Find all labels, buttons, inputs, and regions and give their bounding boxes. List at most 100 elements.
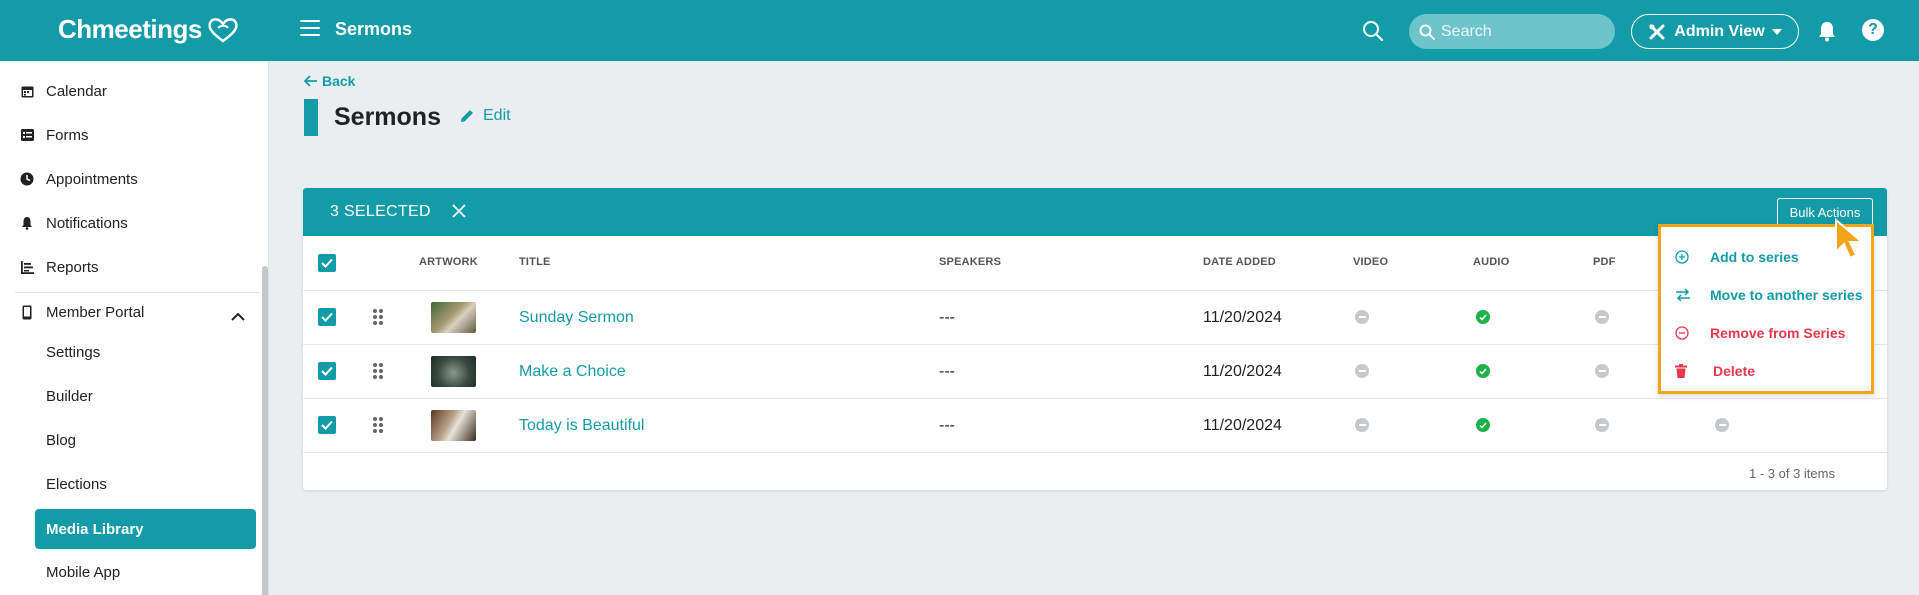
admin-view-button[interactable]: Admin View xyxy=(1631,14,1799,49)
sidebar-item-forms[interactable]: Forms xyxy=(0,117,262,153)
help-icon[interactable]: ? xyxy=(1862,19,1884,41)
logo-heart-icon xyxy=(208,17,238,42)
sidebar-item-label: Builder xyxy=(46,387,93,405)
sidebar-item-label: Appointments xyxy=(46,170,138,188)
row-divider xyxy=(303,290,1887,291)
row-checkbox[interactable] xyxy=(318,308,336,326)
search-icon[interactable] xyxy=(1362,20,1384,42)
row-divider xyxy=(303,452,1887,453)
sidebar-item-media-library[interactable]: Media Library xyxy=(35,509,256,549)
sidebar-scrollbar[interactable] xyxy=(262,266,268,595)
sidebar-item-label: Settings xyxy=(46,343,101,361)
column-header-speakers[interactable]: SPEAKERS xyxy=(939,256,1001,268)
forms-icon xyxy=(20,128,34,142)
sermon-title-link[interactable]: Today is Beautiful xyxy=(519,417,644,435)
selected-count: 3 SELECTED xyxy=(330,203,431,220)
bell-icon[interactable] xyxy=(1817,20,1837,42)
swap-arrows-icon xyxy=(1676,288,1690,302)
top-bar: Chmeetings Sermons Admin View ? xyxy=(0,0,1919,61)
caret-down-icon xyxy=(1771,28,1782,35)
sermon-title-link[interactable]: Sunday Sermon xyxy=(519,309,634,327)
sidebar-item-calendar[interactable]: Calendar xyxy=(0,73,262,109)
column-header-pdf[interactable]: PDF xyxy=(1593,256,1616,268)
pdf-missing-icon xyxy=(1595,310,1609,324)
search-box[interactable] xyxy=(1409,14,1615,49)
sidebar-item-appointments[interactable]: Appointments xyxy=(0,161,262,197)
menu-item-label: Add to series xyxy=(1710,249,1799,265)
video-missing-icon xyxy=(1355,418,1369,432)
back-label: Back xyxy=(322,73,356,89)
edit-button[interactable]: Edit xyxy=(459,107,511,125)
mouse-cursor-icon xyxy=(1835,218,1865,260)
sermon-title-link[interactable]: Make a Choice xyxy=(519,363,626,381)
row-checkbox[interactable] xyxy=(318,362,336,380)
artwork-thumbnail[interactable] xyxy=(431,356,476,387)
chevron-up-icon[interactable] xyxy=(231,312,245,321)
video-missing-icon xyxy=(1355,310,1369,324)
sidebar-item-blog[interactable]: Blog xyxy=(0,422,262,458)
audio-available-icon xyxy=(1476,310,1490,324)
speakers-cell: --- xyxy=(939,417,955,434)
sidebar-item-mobile-app[interactable]: Mobile App xyxy=(0,554,262,590)
sidebar-item-label: Calendar xyxy=(46,82,107,100)
date-added-cell: 11/20/2024 xyxy=(1203,363,1282,380)
back-link[interactable]: Back xyxy=(304,73,355,89)
row-divider xyxy=(303,344,1887,345)
menu-item-remove-from-series[interactable]: Remove from Series xyxy=(1661,321,1871,345)
sidebar: Calendar Forms Appointments Notification… xyxy=(0,61,269,595)
plus-circle-icon xyxy=(1675,250,1689,264)
sidebar-item-label: Member Portal xyxy=(46,303,145,321)
column-header-artwork[interactable]: ARTWORK xyxy=(419,256,478,268)
sidebar-item-label: Mobile App xyxy=(46,563,121,581)
column-header-title[interactable]: TITLE xyxy=(519,256,551,268)
sidebar-item-label: Elections xyxy=(46,475,107,493)
check-icon xyxy=(321,366,333,376)
page-title: Sermons xyxy=(334,103,441,131)
edit-label: Edit xyxy=(483,107,511,124)
row-checkbox[interactable] xyxy=(318,416,336,434)
selection-header: 3 SELECTED Bulk Actions xyxy=(303,188,1887,236)
sermons-table-card: 3 SELECTED Bulk Actions ARTWORK TITLE SP… xyxy=(303,188,1887,490)
pdf-missing-icon xyxy=(1595,364,1609,378)
sidebar-item-label: Blog xyxy=(46,431,77,449)
speakers-cell: --- xyxy=(939,309,955,326)
sidebar-item-builder[interactable]: Builder xyxy=(0,378,262,414)
check-icon xyxy=(321,312,333,322)
hamburger-menu-icon[interactable] xyxy=(300,20,320,38)
speakers-cell: --- xyxy=(939,363,955,380)
column-header-date-added[interactable]: DATE ADDED xyxy=(1203,256,1276,268)
menu-item-label: Move to another series xyxy=(1710,287,1863,303)
menu-item-move-to-another-series[interactable]: Move to another series xyxy=(1661,283,1871,307)
column-header-audio[interactable]: AUDIO xyxy=(1473,256,1509,268)
sidebar-item-reports[interactable]: Reports xyxy=(0,249,262,285)
sidebar-item-member-portal[interactable]: Member Portal xyxy=(0,294,262,330)
audio-available-icon xyxy=(1476,418,1490,432)
drag-handle-icon[interactable] xyxy=(373,417,383,433)
trash-icon xyxy=(1675,364,1687,378)
select-all-checkbox[interactable] xyxy=(318,254,336,272)
menu-item-label: Delete xyxy=(1713,363,1756,379)
close-icon[interactable] xyxy=(452,204,466,218)
logo[interactable]: Chmeetings xyxy=(58,14,240,45)
sidebar-item-label: Notifications xyxy=(46,214,128,232)
topbar-title: Sermons xyxy=(335,19,413,39)
admin-view-label: Admin View xyxy=(1674,22,1765,40)
menu-item-label: Remove from Series xyxy=(1710,325,1846,341)
artwork-thumbnail[interactable] xyxy=(431,410,476,441)
sidebar-item-notifications[interactable]: Notifications xyxy=(0,205,262,241)
sidebar-item-elections[interactable]: Elections xyxy=(0,466,262,502)
sidebar-item-label: Reports xyxy=(46,258,99,276)
column-header-video[interactable]: VIDEO xyxy=(1353,256,1388,268)
bell-icon xyxy=(20,216,34,230)
drag-handle-icon[interactable] xyxy=(373,309,383,325)
sidebar-divider xyxy=(15,292,260,293)
artwork-thumbnail[interactable] xyxy=(431,302,476,333)
search-input[interactable] xyxy=(1441,22,1601,41)
pagination-info: 1 - 3 of 3 items xyxy=(1749,466,1835,481)
check-icon xyxy=(321,258,333,268)
drag-handle-icon[interactable] xyxy=(373,363,383,379)
phone-icon xyxy=(20,305,34,319)
menu-item-delete[interactable]: Delete xyxy=(1661,359,1871,383)
sidebar-item-settings[interactable]: Settings xyxy=(0,334,262,370)
date-added-cell: 11/20/2024 xyxy=(1203,309,1282,326)
